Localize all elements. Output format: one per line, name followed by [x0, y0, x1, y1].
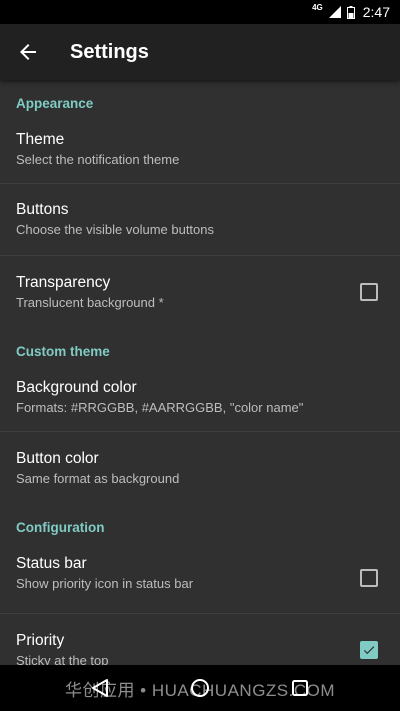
pref-summary: Choose the visible volume buttons	[16, 222, 215, 237]
arrow-back-icon	[20, 44, 36, 60]
pref-title: Priority	[16, 631, 65, 649]
pref-button-color[interactable]: Button color Same format as background	[0, 432, 400, 504]
pref-title: Buttons	[16, 201, 69, 218]
square-recents-icon	[292, 680, 308, 696]
clock: 2:47	[362, 4, 390, 20]
pref-summary: Translucent background *	[16, 294, 164, 310]
system-nav-bar	[0, 665, 400, 711]
pref-title: Background color	[16, 379, 137, 396]
category-header-custom-theme: Custom theme	[16, 344, 110, 359]
pref-buttons[interactable]: Buttons Choose the visible volume button…	[0, 184, 400, 256]
priority-checkbox[interactable]	[360, 641, 378, 659]
pref-background-color[interactable]: Background color Formats: #RRGGBB, #AARR…	[0, 374, 400, 432]
nav-home-button[interactable]	[180, 668, 220, 708]
page-title: Settings	[70, 40, 149, 63]
triangle-back-icon	[92, 679, 108, 697]
status-bar: 4G 2:47	[0, 0, 400, 24]
pref-status-bar[interactable]: Status bar Show priority icon in status …	[0, 550, 400, 614]
pref-summary: Formats: #RRGGBB, #AARRGGBB, "color name…	[16, 400, 304, 415]
pref-transparency[interactable]: Transparency Translucent background *	[0, 256, 400, 328]
pref-title: Theme	[16, 131, 65, 148]
pref-title: Status bar	[16, 555, 87, 572]
settings-list[interactable]: Appearance Theme Select the notification…	[0, 80, 400, 665]
pref-summary: Sticky at the top	[16, 652, 109, 666]
nav-recents-button[interactable]	[280, 668, 320, 708]
app-toolbar: Settings	[0, 24, 400, 80]
battery-icon	[346, 5, 355, 19]
pref-title: Transparency	[16, 273, 111, 291]
pref-summary: Show priority icon in status bar	[16, 576, 194, 591]
network-type-label: 4G	[312, 3, 323, 12]
transparency-checkbox[interactable]	[360, 283, 378, 301]
circle-home-icon	[191, 679, 209, 697]
pref-summary: Same format as background	[16, 470, 180, 486]
check-icon	[363, 646, 375, 655]
pref-summary: Select the notification theme	[16, 152, 180, 167]
status-bar-checkbox[interactable]	[360, 568, 378, 587]
pref-title: Button color	[16, 449, 99, 467]
signal-icon	[328, 6, 341, 18]
category-header-configuration: Configuration	[16, 520, 105, 535]
category-header-appearance: Appearance	[16, 96, 94, 111]
pref-priority[interactable]: Priority Sticky at the top	[0, 614, 400, 665]
back-button[interactable]	[0, 24, 56, 80]
nav-back-button[interactable]	[80, 668, 120, 708]
pref-theme[interactable]: Theme Select the notification theme	[0, 126, 400, 184]
